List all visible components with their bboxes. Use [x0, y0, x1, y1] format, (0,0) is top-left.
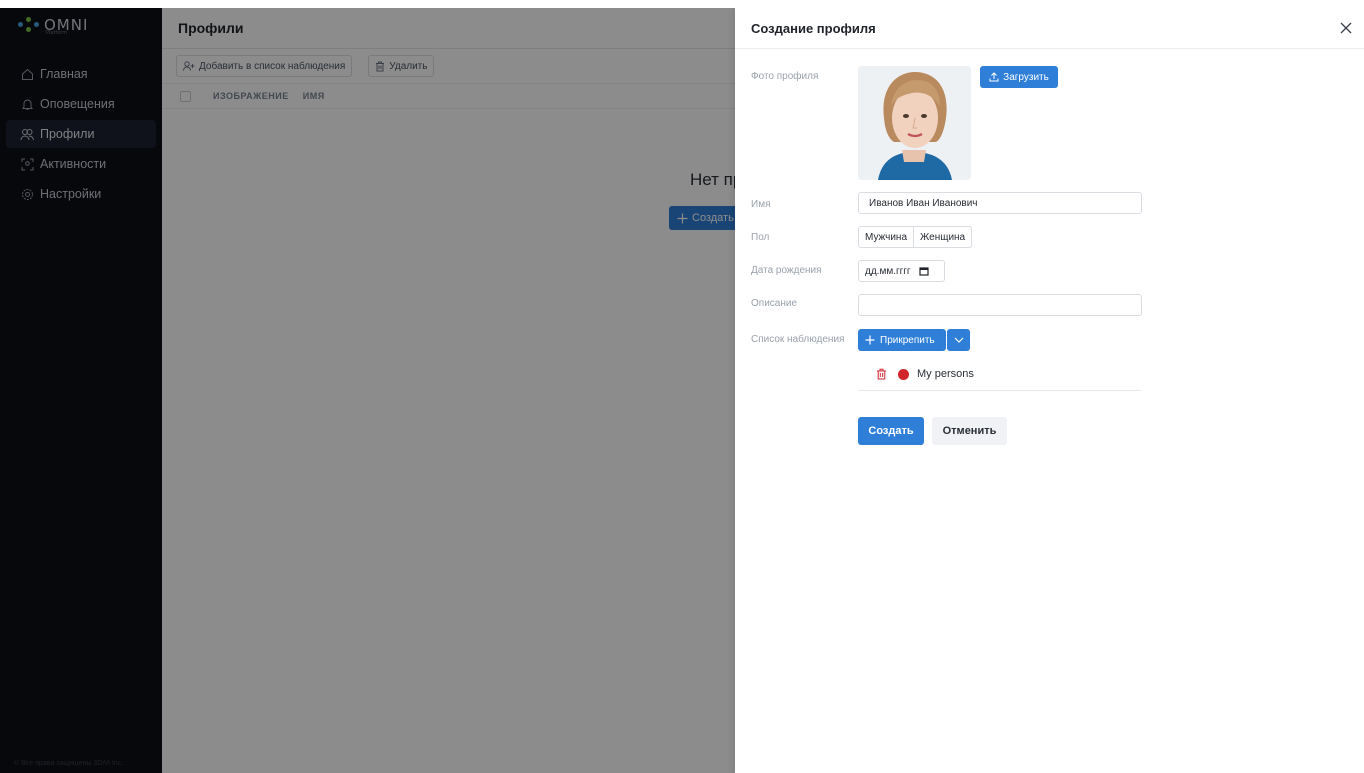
birthdate-placeholder: дд.мм.гггг: [865, 265, 911, 277]
cancel-label: Отменить: [942, 425, 997, 437]
trash-icon[interactable]: [876, 368, 887, 380]
modal-overlay[interactable]: [0, 8, 735, 773]
drawer-title: Создание профиля: [751, 20, 876, 36]
attach-watchlist-button[interactable]: Прикрепить: [858, 329, 946, 351]
cancel-button[interactable]: Отменить: [932, 417, 1007, 445]
gender-label: Пол: [751, 232, 770, 243]
calendar-icon[interactable]: [918, 266, 929, 276]
birthdate-input[interactable]: дд.мм.гггг: [858, 260, 945, 282]
name-input[interactable]: Иванов Иван Иванович: [858, 192, 1142, 214]
profile-photo: [858, 66, 971, 180]
create-label: Создать: [868, 425, 914, 437]
birthdate-label: Дата рождения: [751, 265, 822, 276]
upload-photo-button[interactable]: Загрузить: [980, 66, 1058, 88]
upload-label: Загрузить: [1003, 71, 1049, 83]
watchlist-color-dot: [898, 368, 909, 380]
watchlist-item-name: My persons: [917, 368, 974, 380]
upload-icon: [989, 72, 999, 82]
plus-icon: [865, 335, 875, 345]
gender-option-female[interactable]: Женщина: [913, 227, 971, 247]
attach-label: Прикрепить: [880, 334, 935, 346]
photo-label: Фото профиля: [751, 71, 819, 82]
name-value: Иванов Иван Иванович: [869, 197, 978, 209]
gender-option-male[interactable]: Мужчина: [859, 227, 913, 247]
watchlist-item: My persons: [858, 358, 1141, 391]
watchlist-label: Список наблюдения: [751, 334, 845, 345]
name-label: Имя: [751, 199, 771, 210]
attach-dropdown-button[interactable]: [947, 329, 970, 351]
description-label: Описание: [751, 298, 798, 309]
close-icon[interactable]: [1338, 20, 1354, 36]
create-profile-drawer: Создание профиля Фото профиля Загрузить …: [735, 8, 1364, 773]
description-input[interactable]: [858, 294, 1142, 316]
top-border: [0, 0, 1364, 8]
chevron-down-icon: [954, 337, 963, 343]
drawer-header: Создание профиля: [735, 8, 1364, 49]
create-button[interactable]: Создать: [858, 417, 924, 445]
gender-selector: Мужчина Женщина: [858, 226, 973, 248]
